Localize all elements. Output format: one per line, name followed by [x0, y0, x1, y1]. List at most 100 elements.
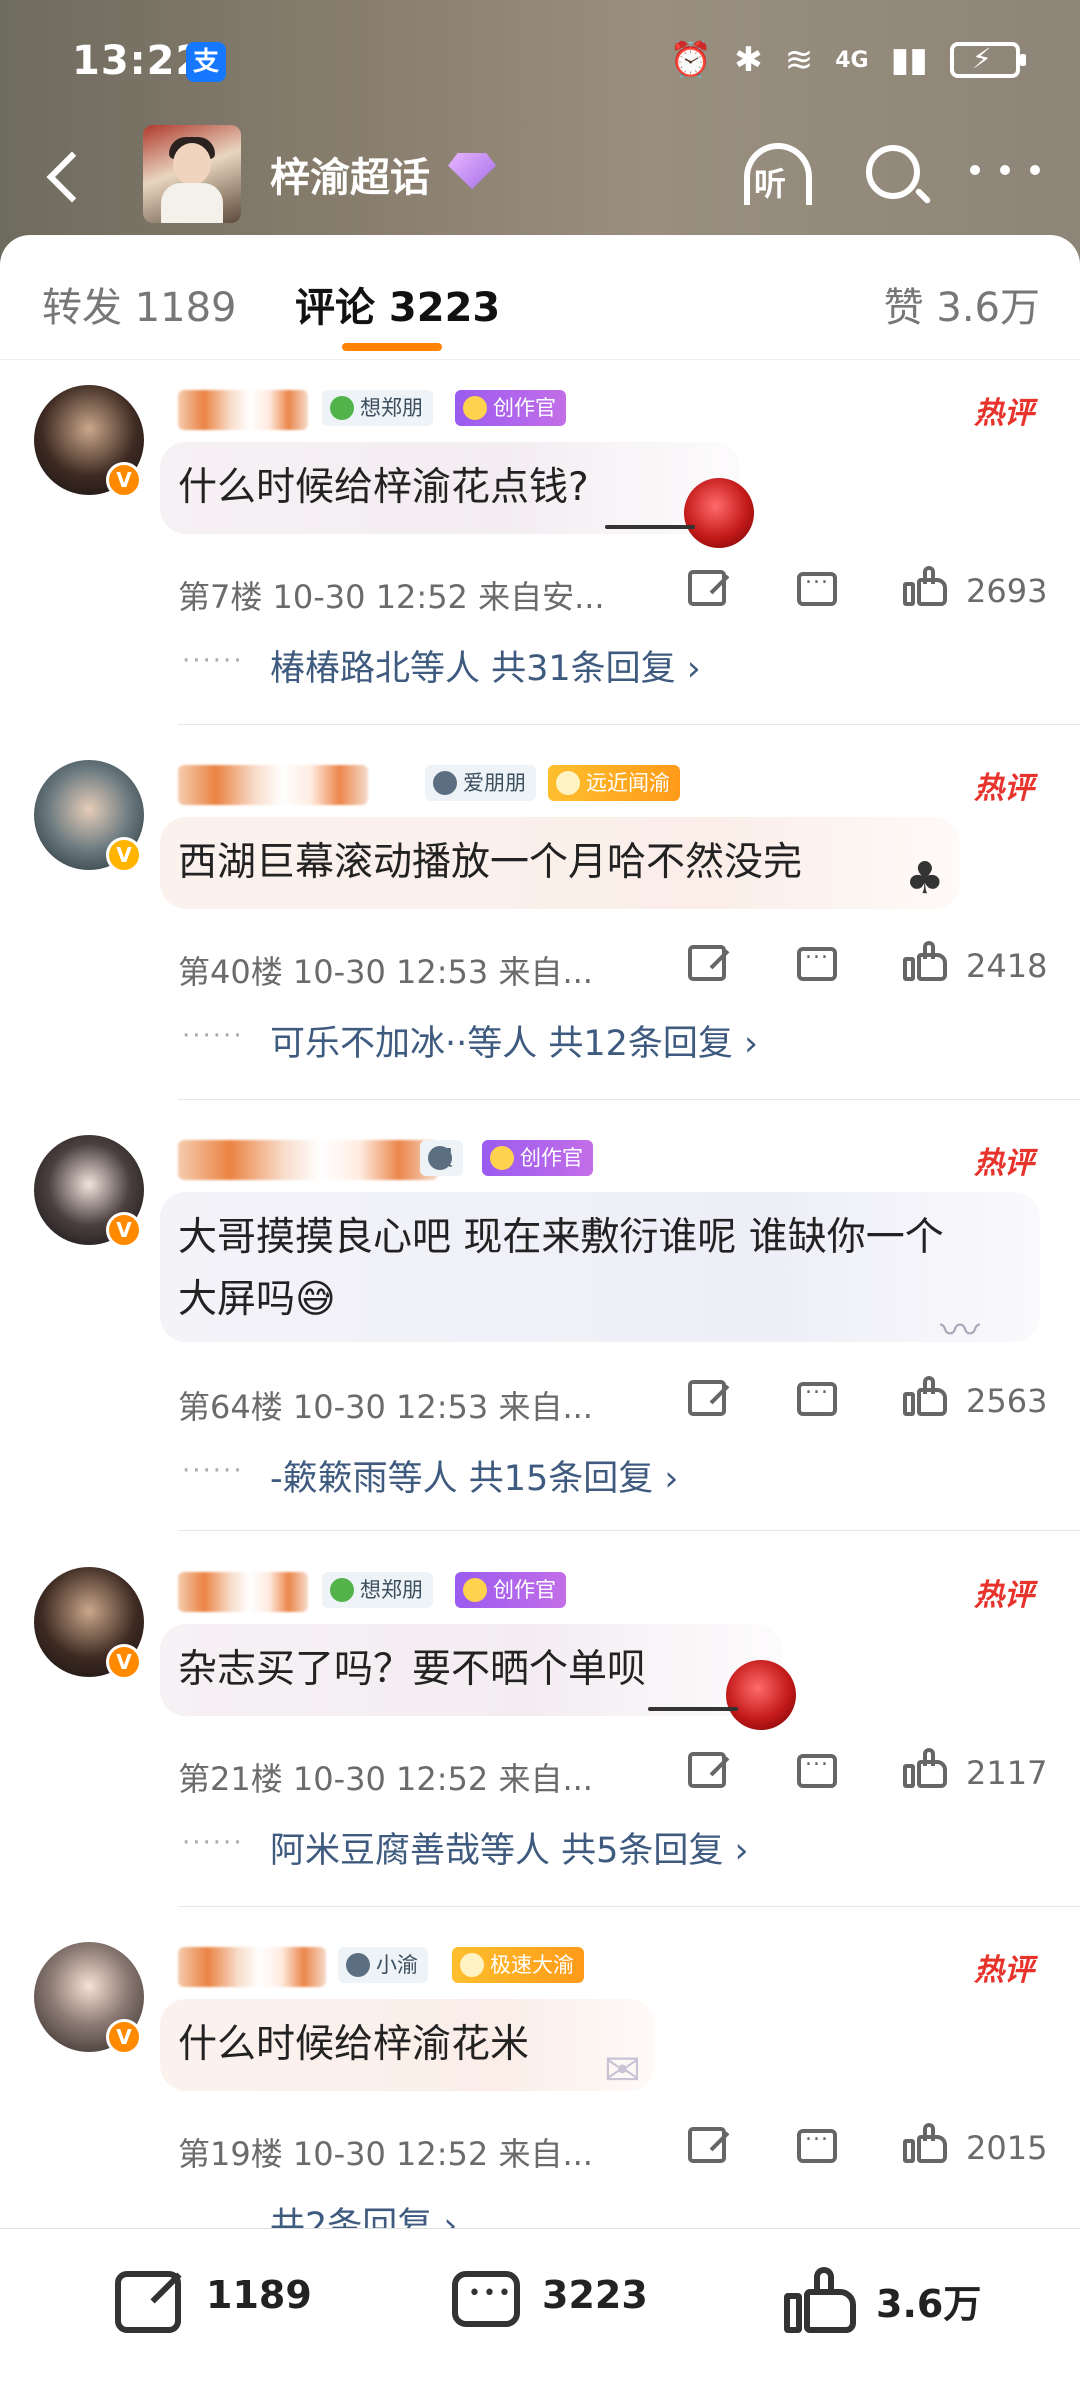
comment-text: 什么时候给梓渝花米: [178, 2022, 530, 2067]
comment-list: V 想郑朋 创作官 热评 什么时候给梓渝花点钱? 第7楼 10-30 12:52…: [0, 360, 1080, 2230]
share-icon[interactable]: [688, 1380, 726, 1416]
comment-item: V 爱朋朋 远近闻渝 热评 西湖巨幕滚动播放一个月哈不然没完 ♣ 第40楼 10…: [0, 735, 1080, 1110]
bluetooth-icon: ✱: [734, 40, 763, 80]
fan-badge[interactable]: 展: [420, 1140, 463, 1176]
topic-avatar[interactable]: [143, 125, 241, 223]
username-blurred[interactable]: [178, 1947, 326, 1987]
verified-badge-icon: V: [106, 1212, 142, 1248]
comment-count[interactable]: 3223: [542, 2273, 648, 2317]
status-bar: 13:22 支 ⏰ ✱ ≋ 4G ▮▮ ⚡: [0, 0, 1080, 125]
verified-badge-icon: V: [106, 1644, 142, 1680]
username-blurred[interactable]: [178, 390, 308, 430]
repost-count[interactable]: 1189: [206, 2273, 312, 2317]
comment-meta: 第40楼 10-30 12:53 来自...: [178, 953, 593, 991]
rose-decoration-icon: [726, 1660, 796, 1730]
comment-item: V 想郑朋 创作官 热评 什么时候给梓渝花点钱? 第7楼 10-30 12:52…: [0, 360, 1080, 735]
hot-comment-label: 热评: [974, 1578, 1034, 1613]
bottom-action-bar: 1189 3223 3.6万: [0, 2228, 1080, 2382]
hot-comment-label: 热评: [974, 1953, 1034, 1988]
reply-icon[interactable]: [797, 564, 837, 606]
fan-badge[interactable]: 想郑朋: [322, 390, 433, 426]
wifi-icon: ≋: [784, 40, 814, 80]
replies-link[interactable]: 阿米豆腐善哉等人 共5条回复 ›: [270, 1822, 749, 1873]
reply-dots: ······: [182, 1456, 244, 1486]
divider: [178, 1099, 1080, 1100]
level-badge[interactable]: 远近闻渝: [548, 765, 680, 801]
fan-badge[interactable]: 爱朋朋: [425, 765, 536, 801]
replies-link[interactable]: -簌簌雨等人 共15条回复 ›: [270, 1450, 678, 1501]
verified-badge-icon: V: [106, 462, 142, 498]
search-icon[interactable]: [862, 141, 932, 211]
creator-badge[interactable]: 创作官: [455, 1572, 566, 1608]
battery-icon: ⚡: [950, 42, 1026, 78]
verified-badge-icon: V: [106, 837, 142, 873]
topic-title[interactable]: 梓渝超话: [270, 145, 430, 203]
divider: [178, 724, 1080, 725]
comment-meta: 第21楼 10-30 12:52 来自...: [178, 1760, 593, 1798]
reply-icon[interactable]: [797, 939, 837, 981]
tab-reposts[interactable]: 转发 1189: [42, 275, 237, 333]
nav-bar: 梓渝超话 听: [0, 125, 1080, 235]
tab-bar: 转发 1189 评论 3223 赞 3.6万: [0, 235, 1080, 360]
reply-icon[interactable]: [797, 1746, 837, 1788]
divider: [178, 1530, 1080, 1531]
status-time: 13:22: [72, 38, 205, 84]
tab-comments[interactable]: 评论 3223: [295, 275, 500, 333]
hot-comment-label: 热评: [974, 771, 1034, 806]
creator-badge[interactable]: 创作官: [455, 390, 566, 426]
comment-meta: 第7楼 10-30 12:52 来自安...: [178, 578, 605, 616]
share-icon[interactable]: [688, 1752, 726, 1788]
comment-item: V 想郑朋 创作官 热评 杂志买了吗？要不晒个单呗 第21楼 10-30 12:…: [0, 1542, 1080, 1917]
listen-icon[interactable]: 听: [740, 139, 816, 215]
reply-dots: ······: [182, 646, 244, 676]
comment-meta: 第19楼 10-30 12:52 来自...: [178, 2135, 593, 2173]
comment-text: 什么时候给梓渝花点钱?: [178, 465, 589, 510]
level-badge[interactable]: 极速大渝: [452, 1947, 584, 1983]
replies-link[interactable]: 椿椿路北等人 共31条回复 ›: [270, 640, 701, 691]
like-count[interactable]: 3.6万: [876, 2273, 981, 2328]
like-icon[interactable]: [903, 941, 947, 981]
envelope-decoration-icon: ✉: [604, 2045, 641, 2096]
comment-text: 西湖巨幕滚动播放一个月哈不然没完: [178, 840, 803, 885]
reply-icon[interactable]: [797, 2121, 837, 2163]
alarm-icon: ⏰: [669, 40, 713, 80]
repost-icon[interactable]: [115, 2271, 181, 2333]
rose-decoration-icon: [684, 478, 754, 548]
share-icon[interactable]: [688, 2127, 726, 2163]
username-blurred[interactable]: [178, 1572, 308, 1612]
share-icon[interactable]: [688, 570, 726, 606]
share-icon[interactable]: [688, 945, 726, 981]
comment-text-line2: 大屏吗😅: [178, 1277, 336, 1322]
username-blurred[interactable]: [178, 1140, 438, 1180]
like-count: 2693: [966, 572, 1048, 610]
reply-dots: ······: [182, 1021, 244, 1051]
comment-text-line1: 大哥摸摸良心吧 现在来敷衍谁呢 谁缺你一个: [178, 1215, 944, 1260]
replies-link[interactable]: 可乐不加冰··等人 共12条回复 ›: [270, 1015, 758, 1066]
status-icons: ⏰ ✱ ≋ 4G ▮▮ ⚡: [669, 40, 1026, 80]
comment-text: 杂志买了吗？要不晒个单呗: [178, 1647, 647, 1692]
tab-likes[interactable]: 赞 3.6万: [884, 275, 1040, 333]
back-icon[interactable]: [38, 147, 98, 207]
hot-comment-label: 热评: [974, 396, 1034, 431]
reply-dots: ······: [182, 1828, 244, 1858]
more-icon[interactable]: [970, 165, 1040, 185]
fan-badge[interactable]: 想郑朋: [322, 1572, 433, 1608]
comment-item: V 小渝 极速大渝 热评 什么时候给梓渝花米 ✉ 第19楼 10-30 12:5…: [0, 1917, 1080, 2230]
comment-sheet: 转发 1189 评论 3223 赞 3.6万 V 想郑朋 创作官 热评 什么时候…: [0, 235, 1080, 2382]
username-blurred[interactable]: [178, 765, 368, 805]
like-icon[interactable]: [903, 566, 947, 606]
comment-icon[interactable]: [452, 2271, 520, 2327]
alipay-icon: 支: [186, 42, 226, 82]
creator-badge[interactable]: 创作官: [482, 1140, 593, 1176]
like-icon[interactable]: [784, 2267, 856, 2333]
like-icon[interactable]: [903, 1748, 947, 1788]
stem-decoration: [648, 1707, 738, 1711]
like-icon[interactable]: [903, 2123, 947, 2163]
like-count: 2015: [966, 2129, 1048, 2167]
fan-badge[interactable]: 小渝: [338, 1947, 428, 1983]
replies-link[interactable]: 共2条回复 ›: [270, 2197, 457, 2230]
signal-icon: ▮▮: [890, 40, 928, 80]
wave-decoration-icon: 〰: [940, 1308, 980, 1354]
like-icon[interactable]: [903, 1376, 947, 1416]
reply-icon[interactable]: [797, 1374, 837, 1416]
